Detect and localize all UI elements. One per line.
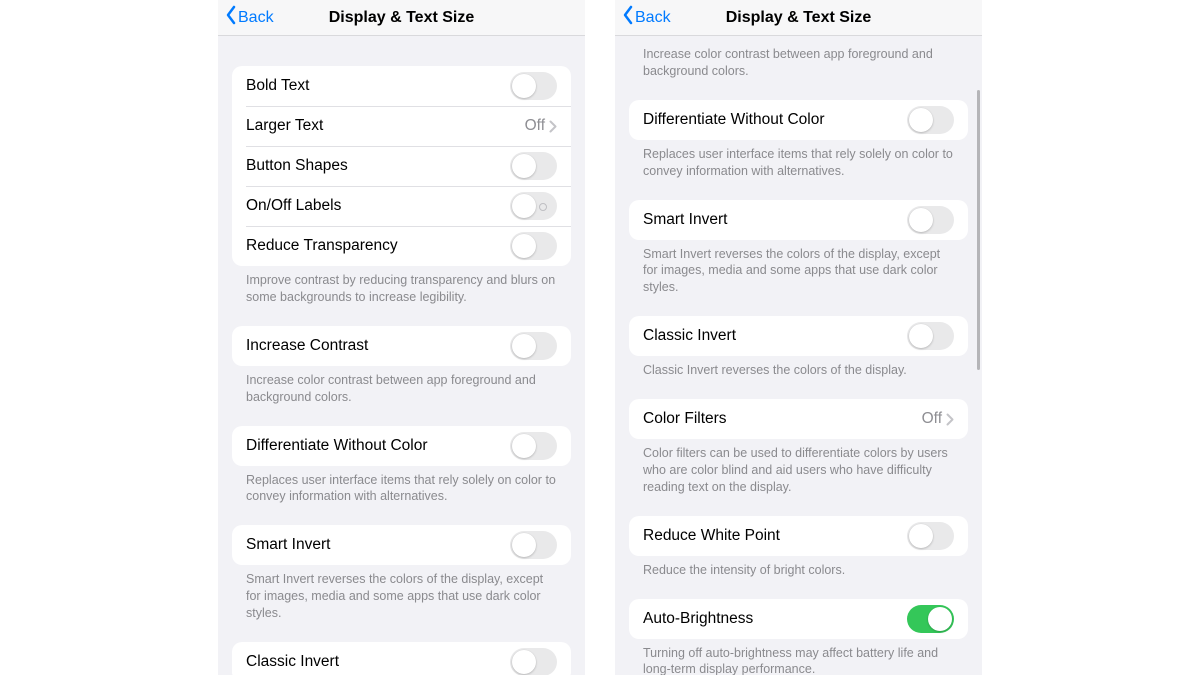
larger-text-row[interactable]: Larger Text Off — [232, 106, 571, 146]
classic-invert-toggle[interactable] — [510, 648, 557, 675]
button-shapes-row[interactable]: Button Shapes — [232, 146, 571, 186]
classic-invert-row[interactable]: Classic Invert — [629, 316, 968, 356]
bold-text-toggle[interactable] — [510, 72, 557, 100]
onoff-labels-toggle[interactable] — [510, 192, 557, 220]
group-footer: Replaces user interface items that rely … — [643, 146, 954, 180]
group-footer: Smart Invert reverses the colors of the … — [643, 246, 954, 297]
settings-group: Smart Invert — [232, 525, 571, 565]
settings-group: Differentiate Without Color — [232, 426, 571, 466]
group-footer: Increase color contrast between app fore… — [246, 372, 557, 406]
increase-contrast-row[interactable]: Increase Contrast — [232, 326, 571, 366]
reduce-transparency-row[interactable]: Reduce Transparency — [232, 226, 571, 266]
diff-without-color-row[interactable]: Differentiate Without Color — [629, 100, 968, 140]
button-shapes-toggle[interactable] — [510, 152, 557, 180]
chevron-right-icon — [946, 413, 954, 426]
row-label: Smart Invert — [246, 536, 510, 554]
diff-without-color-toggle[interactable] — [510, 432, 557, 460]
settings-group: Differentiate Without Color — [629, 100, 968, 140]
back-label: Back — [238, 9, 274, 27]
row-label: Reduce Transparency — [246, 237, 510, 255]
group-footer: Smart Invert reverses the colors of the … — [246, 571, 557, 622]
row-label: Reduce White Point — [643, 527, 907, 545]
row-label: On/Off Labels — [246, 197, 510, 215]
settings-group: Smart Invert — [629, 200, 968, 240]
bold-text-row[interactable]: Bold Text — [232, 66, 571, 106]
row-label: Bold Text — [246, 77, 510, 95]
row-label: Button Shapes — [246, 157, 510, 175]
settings-group: Color Filters Off — [629, 399, 968, 439]
back-button[interactable]: Back — [615, 5, 671, 30]
group-footer: Classic Invert reverses the colors of th… — [643, 362, 954, 379]
settings-group: Reduce White Point — [629, 516, 968, 556]
back-button[interactable]: Back — [218, 5, 274, 30]
chevron-right-icon — [549, 120, 557, 133]
row-label: Color Filters — [643, 410, 922, 428]
onoff-labels-row[interactable]: On/Off Labels — [232, 186, 571, 226]
group-footer: Increase color contrast between app fore… — [643, 46, 954, 80]
settings-group: Classic Invert — [629, 316, 968, 356]
chevron-left-icon — [621, 5, 635, 30]
row-label: Auto-Brightness — [643, 610, 907, 628]
settings-group: Classic Invert — [232, 642, 571, 675]
row-label: Classic Invert — [246, 653, 510, 671]
settings-content: Increase color contrast between app fore… — [615, 36, 982, 675]
group-footer: Replaces user interface items that rely … — [246, 472, 557, 506]
reduce-transparency-toggle[interactable] — [510, 232, 557, 260]
reduce-white-point-row[interactable]: Reduce White Point — [629, 516, 968, 556]
row-label: Differentiate Without Color — [246, 437, 510, 455]
row-label: Differentiate Without Color — [643, 111, 907, 129]
classic-invert-toggle[interactable] — [907, 322, 954, 350]
scrollbar[interactable] — [977, 90, 980, 370]
row-label: Increase Contrast — [246, 337, 510, 355]
auto-brightness-toggle[interactable] — [907, 605, 954, 633]
chevron-left-icon — [224, 5, 238, 30]
diff-without-color-row[interactable]: Differentiate Without Color — [232, 426, 571, 466]
settings-content: Bold Text Larger Text Off Button Shapes … — [218, 36, 585, 675]
settings-panel-left: Back Display & Text Size Bold Text Large… — [218, 0, 585, 675]
reduce-white-point-toggle[interactable] — [907, 522, 954, 550]
group-footer: Reduce the intensity of bright colors. — [643, 562, 954, 579]
smart-invert-toggle[interactable] — [907, 206, 954, 234]
settings-group: Increase Contrast — [232, 326, 571, 366]
settings-group: Auto-Brightness — [629, 599, 968, 639]
row-value: Off — [525, 117, 545, 135]
back-label: Back — [635, 9, 671, 27]
row-label: Classic Invert — [643, 327, 907, 345]
settings-group: Bold Text Larger Text Off Button Shapes … — [232, 66, 571, 266]
diff-without-color-toggle[interactable] — [907, 106, 954, 134]
increase-contrast-toggle[interactable] — [510, 332, 557, 360]
settings-panel-right: Back Display & Text Size Increase color … — [615, 0, 982, 675]
group-footer: Color filters can be used to differentia… — [643, 445, 954, 496]
color-filters-row[interactable]: Color Filters Off — [629, 399, 968, 439]
classic-invert-row[interactable]: Classic Invert — [232, 642, 571, 675]
group-footer: Improve contrast by reducing transparenc… — [246, 272, 557, 306]
row-value: Off — [922, 410, 942, 428]
row-label: Smart Invert — [643, 211, 907, 229]
smart-invert-row[interactable]: Smart Invert — [232, 525, 571, 565]
smart-invert-row[interactable]: Smart Invert — [629, 200, 968, 240]
nav-header: Back Display & Text Size — [218, 0, 585, 36]
smart-invert-toggle[interactable] — [510, 531, 557, 559]
row-label: Larger Text — [246, 117, 525, 135]
auto-brightness-row[interactable]: Auto-Brightness — [629, 599, 968, 639]
group-footer: Turning off auto-brightness may affect b… — [643, 645, 954, 675]
nav-header: Back Display & Text Size — [615, 0, 982, 36]
